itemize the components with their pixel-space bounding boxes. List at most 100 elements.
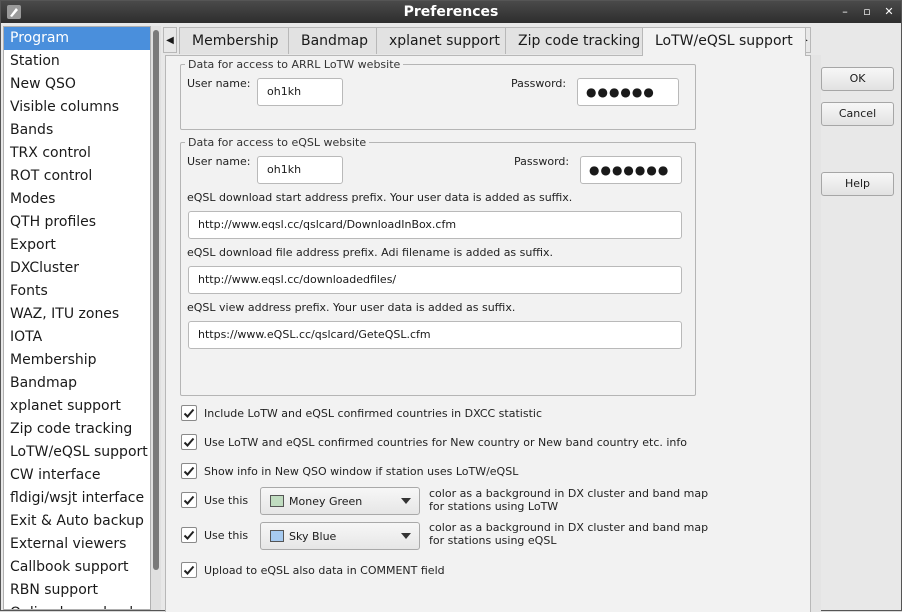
lotw-color-note-line2: for stations using LoTW (429, 500, 559, 513)
eqsl-group-legend: Data for access to eQSL website (188, 136, 367, 149)
eqsl-color-select[interactable]: Sky Blue (260, 522, 420, 550)
eqsl-username-label: User name: (187, 155, 251, 168)
eqsl-color-swatch (270, 530, 284, 542)
sidebar-item-station[interactable]: Station (4, 50, 150, 73)
sidebar-item-trx-control[interactable]: TRX control (4, 142, 150, 165)
ok-button[interactable]: OK (821, 67, 894, 91)
close-icon[interactable]: ✕ (883, 1, 895, 23)
sidebar-item-rbn[interactable]: RBN support (4, 579, 150, 602)
window-title: Preferences (403, 4, 499, 20)
maximize-icon[interactable]: ▫ (861, 1, 873, 23)
sidebar-item-exit-backup[interactable]: Exit & Auto backup (4, 510, 150, 533)
sidebar-scrollbar[interactable] (151, 26, 161, 610)
sidebar-item-lotw-eqsl[interactable]: LoTW/eQSL support (4, 441, 150, 464)
eqsl-view-input[interactable]: https://www.eQSL.cc/qslcard/GeteQSL.cfm (188, 321, 682, 349)
lotw-username-input[interactable]: oh1kh (257, 78, 343, 106)
eqsl-download-file-input[interactable]: http://www.eqsl.cc/downloadedfiles/ (188, 266, 682, 294)
tab-lotw-eqsl[interactable]: LoTW/eQSL support (642, 27, 806, 56)
sidebar-item-xplanet[interactable]: xplanet support (4, 395, 150, 418)
show-info-label: Show info in New QSO window if station u… (204, 464, 519, 478)
include-dxcc-label: Include LoTW and eQSL confirmed countrie… (204, 406, 542, 420)
sidebar-item-bands[interactable]: Bands (4, 119, 150, 142)
tab-bandmap[interactable]: Bandmap (288, 27, 382, 54)
eqsl-color-note: color as a background in DX cluster and … (429, 521, 708, 547)
sidebar-item-iota[interactable]: IOTA (4, 326, 150, 349)
sidebar-item-online-log-upload[interactable]: Online log upload (4, 602, 150, 609)
use-new-country-label: Use LoTW and eQSL confirmed countries fo… (204, 435, 688, 449)
include-dxcc-checkbox[interactable] (181, 405, 197, 421)
tab-scroll-left-icon[interactable]: ◀ (163, 27, 177, 53)
category-list[interactable]: Program Station New QSO Visible columns … (3, 26, 151, 610)
lotw-color-note: color as a background in DX cluster and … (429, 487, 708, 513)
minimize-icon[interactable]: – (839, 1, 851, 23)
lotw-password-input[interactable]: ●●●●●● (577, 78, 679, 106)
sidebar-item-cw-interface[interactable]: CW interface (4, 464, 150, 487)
upload-comment-checkbox[interactable] (181, 562, 197, 578)
use-new-country-option[interactable]: Use LoTW and eQSL confirmed countries fo… (181, 433, 687, 451)
lotw-use-this-label: Use this (204, 493, 249, 507)
sidebar-item-rot-control[interactable]: ROT control (4, 165, 150, 188)
eqsl-color-note-line2: for stations using eQSL (429, 534, 557, 547)
lotw-color-checkbox[interactable] (181, 492, 197, 508)
preferences-window: Preferences – ▫ ✕ Program Station New QS… (0, 0, 902, 612)
upload-comment-option[interactable]: Upload to eQSL also data in COMMENT fiel… (181, 561, 445, 579)
title-bar: Preferences – ▫ ✕ (1, 1, 901, 23)
sidebar-item-external-viewers[interactable]: External viewers (4, 533, 150, 556)
sidebar-item-modes[interactable]: Modes (4, 188, 150, 211)
eqsl-view-label: eQSL view address prefix. Your user data… (187, 301, 516, 314)
lotw-color-select[interactable]: Money Green (260, 487, 420, 515)
lotw-password-label: Password: (511, 77, 567, 90)
eqsl-password-label: Password: (514, 155, 570, 168)
window-controls: – ▫ ✕ (839, 1, 895, 23)
chevron-down-icon (401, 498, 411, 504)
cancel-button[interactable]: Cancel (821, 102, 894, 126)
panel-scrollbar[interactable] (811, 55, 821, 612)
eqsl-password-input[interactable]: ●●●●●●● (580, 156, 682, 184)
eqsl-color-note-line1: color as a background in DX cluster and … (429, 521, 709, 534)
show-info-checkbox[interactable] (181, 463, 197, 479)
tab-zip-code[interactable]: Zip code tracking (505, 27, 654, 54)
sidebar-item-callbook[interactable]: Callbook support (4, 556, 150, 579)
lotw-color-option[interactable]: Use this (181, 491, 248, 509)
check-icon (183, 565, 195, 575)
sidebar-item-visible-columns[interactable]: Visible columns (4, 96, 150, 119)
upload-comment-label: Upload to eQSL also data in COMMENT fiel… (204, 563, 445, 577)
sidebar-item-bandmap[interactable]: Bandmap (4, 372, 150, 395)
check-icon (183, 466, 195, 476)
sidebar-scroll-thumb[interactable] (153, 30, 159, 570)
sidebar-item-qth-profiles[interactable]: QTH profiles (4, 211, 150, 234)
include-dxcc-option[interactable]: Include LoTW and eQSL confirmed countrie… (181, 404, 542, 422)
lotw-color-value: Money Green (289, 494, 363, 508)
check-icon (183, 408, 195, 418)
tab-xplanet[interactable]: xplanet support (376, 27, 513, 54)
eqsl-download-start-input[interactable]: http://www.eqsl.cc/qslcard/DownloadInBox… (188, 211, 682, 239)
check-icon (183, 437, 195, 447)
eqsl-color-option[interactable]: Use this (181, 526, 248, 544)
lotw-group-legend: Data for access to ARRL LoTW website (188, 58, 401, 71)
eqsl-username-input[interactable]: oh1kh (257, 156, 343, 184)
eqsl-color-checkbox[interactable] (181, 527, 197, 543)
eqsl-download-file-label: eQSL download file address prefix. Adi f… (187, 246, 554, 259)
sidebar-item-new-qso[interactable]: New QSO (4, 73, 150, 96)
sidebar-item-dxcluster[interactable]: DXCluster (4, 257, 150, 280)
sidebar-item-membership[interactable]: Membership (4, 349, 150, 372)
chevron-down-icon (401, 533, 411, 539)
eqsl-download-start-label: eQSL download start address prefix. Your… (187, 191, 573, 204)
help-button[interactable]: Help (821, 172, 894, 196)
lotw-username-label: User name: (187, 77, 251, 90)
sidebar-item-program[interactable]: Program (4, 27, 150, 50)
sidebar-item-fldigi-wsjt[interactable]: fldigi/wsjt interface (4, 487, 150, 510)
show-info-option[interactable]: Show info in New QSO window if station u… (181, 462, 518, 480)
check-icon (183, 530, 195, 540)
app-icon (7, 5, 21, 19)
sidebar-item-zip-code[interactable]: Zip code tracking (4, 418, 150, 441)
use-new-country-checkbox[interactable] (181, 434, 197, 450)
sidebar-item-export[interactable]: Export (4, 234, 150, 257)
sidebar-item-fonts[interactable]: Fonts (4, 280, 150, 303)
lotw-color-note-line1: color as a background in DX cluster and … (429, 487, 709, 500)
tab-bar: ◀ Membership Bandmap xplanet support Zip… (163, 27, 813, 56)
sidebar-item-waz-itu[interactable]: WAZ, ITU zones (4, 303, 150, 326)
lotw-color-swatch (270, 495, 284, 507)
tab-membership[interactable]: Membership (179, 27, 292, 54)
eqsl-use-this-label: Use this (204, 528, 249, 542)
